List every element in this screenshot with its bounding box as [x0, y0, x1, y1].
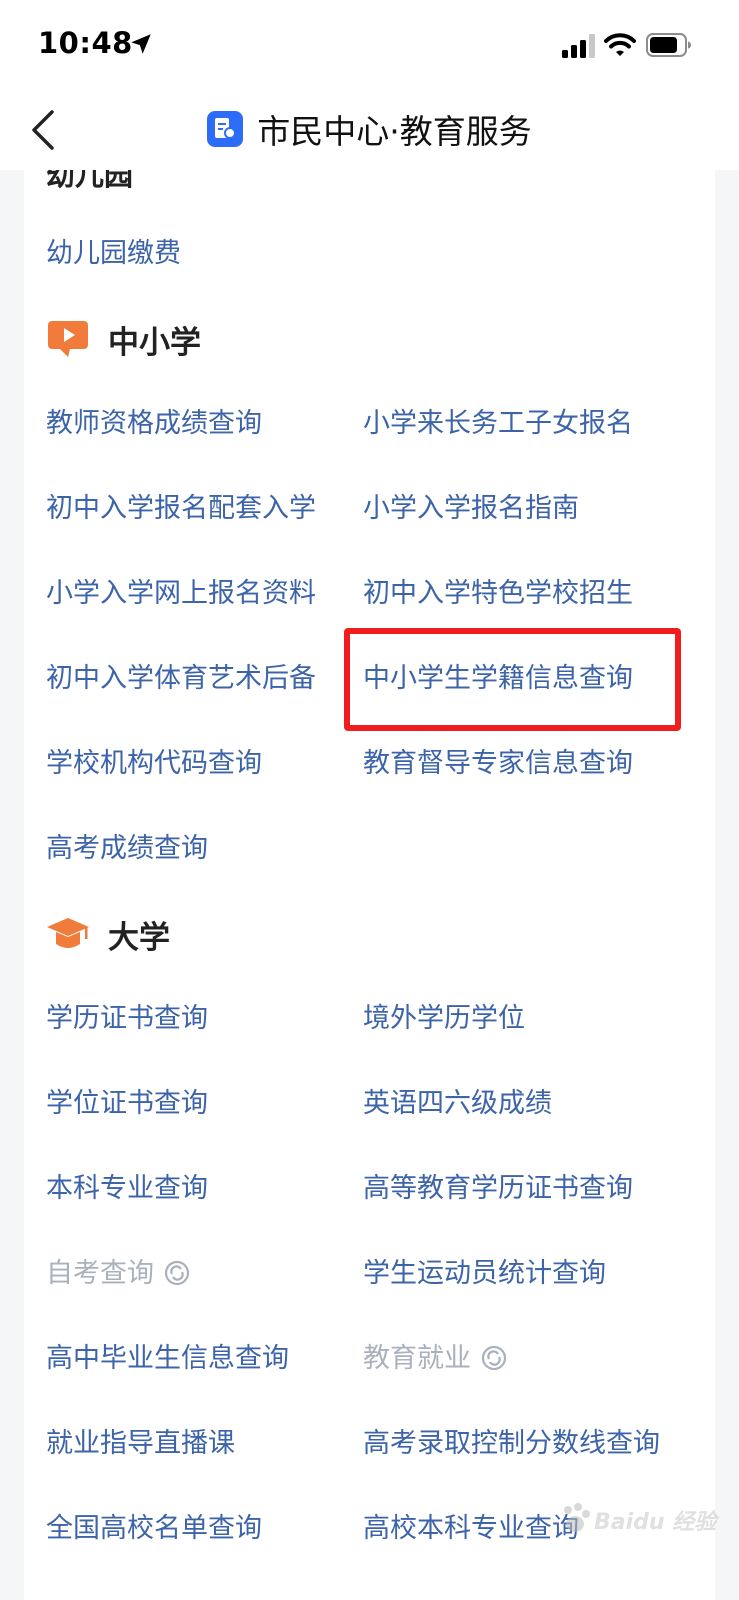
navigation-bar: 市民中心·教育服务	[0, 92, 739, 170]
nav-title-group: 市民中心·教育服务	[0, 106, 739, 152]
section-title-kindergarten: 幼儿园	[46, 170, 134, 192]
service-link[interactable]: 教育督导专家信息查询	[363, 746, 633, 782]
service-link[interactable]: 学位证书查询	[46, 1086, 208, 1122]
watermark-text: Baidu 经验	[594, 1510, 717, 1535]
paw-logo-icon	[564, 1503, 590, 1532]
service-link[interactable]: 学生运动员统计查询	[363, 1256, 606, 1292]
service-link[interactable]: 小学来长务工子女报名	[363, 406, 633, 442]
service-link-disabled: 自考查询	[46, 1256, 190, 1292]
service-link[interactable]: 学校机构代码查询	[46, 746, 262, 782]
battery-icon	[646, 33, 691, 57]
unavailable-icon	[481, 1345, 507, 1370]
highlight-annotation-box	[344, 628, 681, 731]
unavailable-icon	[164, 1260, 190, 1285]
status-bar: 10:48	[0, 0, 739, 92]
section-title: 大学	[108, 919, 170, 956]
service-link[interactable]: 高考录取控制分数线查询	[363, 1426, 660, 1462]
education-service-icon	[207, 111, 244, 147]
section-title: 中小学	[108, 324, 201, 361]
location-arrow-icon	[131, 34, 151, 54]
graduation-cap-icon	[47, 918, 89, 948]
service-link[interactable]: 初中入学特色学校招生	[363, 576, 633, 612]
service-link[interactable]: 小学入学报名指南	[363, 491, 579, 527]
service-link[interactable]: 小学入学网上报名资料	[46, 576, 316, 612]
service-link[interactable]: 初中入学体育艺术后备	[46, 661, 316, 697]
service-link-disabled: 教育就业	[363, 1341, 507, 1377]
service-link[interactable]: 高中毕业生信息查询	[46, 1341, 289, 1377]
wifi-icon	[604, 33, 636, 56]
service-link-label: 自考查询	[46, 1258, 154, 1289]
service-link[interactable]: 本科专业查询	[46, 1171, 208, 1207]
service-link[interactable]: 学历证书查询	[46, 1001, 208, 1037]
service-link[interactable]: 高等教育学历证书查询	[363, 1171, 633, 1207]
service-link-label: 教育就业	[363, 1343, 471, 1374]
video-play-icon	[48, 321, 88, 357]
baidu-watermark: Baidu 经验	[556, 1492, 726, 1552]
signal-icon	[562, 34, 595, 58]
service-link[interactable]: 幼儿园缴费	[46, 236, 181, 272]
service-link[interactable]: 高考成绩查询	[46, 831, 208, 867]
section-header-primary-secondary: 中小学	[46, 317, 201, 361]
service-link[interactable]: 初中入学报名配套入学	[46, 491, 316, 527]
service-link[interactable]: 英语四六级成绩	[363, 1086, 552, 1122]
section-header-university: 大学	[46, 912, 170, 956]
service-link[interactable]: 高校本科专业查询	[363, 1511, 579, 1547]
page-title: 市民中心·教育服务	[257, 112, 532, 151]
status-time: 10:48	[38, 26, 133, 60]
service-link[interactable]: 境外学历学位	[363, 1001, 525, 1037]
service-link[interactable]: 全国高校名单查询	[46, 1511, 262, 1547]
service-card: 幼儿园 幼儿园缴费 中小学 教师资格成绩查询 小学来长务工子女报名 初中入学报名…	[24, 170, 715, 1600]
service-link[interactable]: 就业指导直播课	[46, 1426, 235, 1462]
service-link[interactable]: 教师资格成绩查询	[46, 406, 262, 442]
